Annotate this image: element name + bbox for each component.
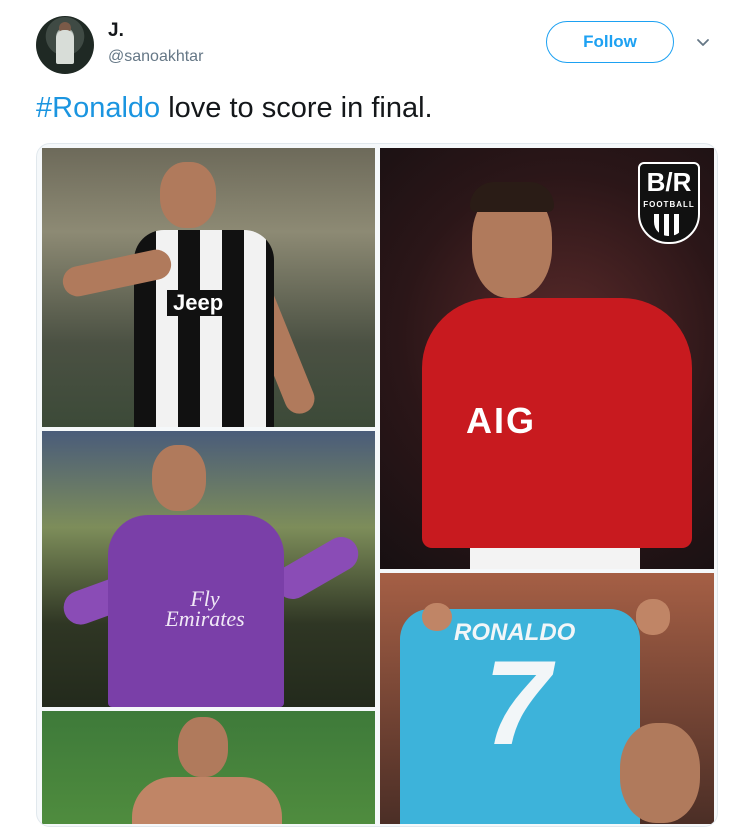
- br-logo-text: B/R: [646, 167, 692, 197]
- shirt-sponsor: Jeep: [167, 290, 230, 316]
- player-shirt: [422, 298, 692, 548]
- player-hand: [422, 603, 452, 631]
- player-head: [152, 445, 206, 511]
- photo-manchester-united: AIG B/R FOOTBALL: [380, 148, 714, 569]
- tweet-text: #Ronaldo love to score in final.: [36, 92, 433, 125]
- chevron-down-icon[interactable]: [696, 36, 710, 50]
- follow-button[interactable]: Follow: [546, 21, 674, 63]
- player-head: [620, 723, 700, 823]
- tweet-body-text: love to score in final.: [160, 92, 433, 124]
- br-logo-stripes: [654, 214, 684, 236]
- br-logo-subtext: FOOTBALL: [643, 200, 695, 209]
- br-football-logo: B/R FOOTBALL: [638, 162, 700, 244]
- avatar-figure: [56, 30, 74, 64]
- author-display-name[interactable]: J.: [108, 20, 124, 42]
- shirt-sponsor: Fly Emirates: [165, 586, 245, 631]
- photo-real-madrid: Fly Emirates: [42, 431, 375, 707]
- photo-juventus: Jeep: [42, 148, 375, 427]
- user-avatar[interactable]: [36, 16, 94, 74]
- shirt-number: 7: [484, 636, 551, 770]
- hashtag-link[interactable]: #Ronaldo: [36, 92, 160, 124]
- author-handle[interactable]: @sanoakhtar: [108, 48, 203, 66]
- player-head: [160, 162, 216, 228]
- player-body: [132, 777, 282, 824]
- tweet-header: J. @sanoakhtar Follow: [0, 0, 750, 90]
- player-hair: [470, 182, 554, 212]
- player-head: [178, 717, 228, 777]
- shirt-sponsor: AIG: [466, 400, 537, 441]
- player-hand: [636, 599, 670, 635]
- photo-celebration: [42, 711, 375, 824]
- photo-blue-shirt: RONALDO 7: [380, 573, 714, 824]
- tweet-media-image[interactable]: Jeep Fly Emirates AIG B/R FOOTBALL RONAL…: [36, 143, 718, 827]
